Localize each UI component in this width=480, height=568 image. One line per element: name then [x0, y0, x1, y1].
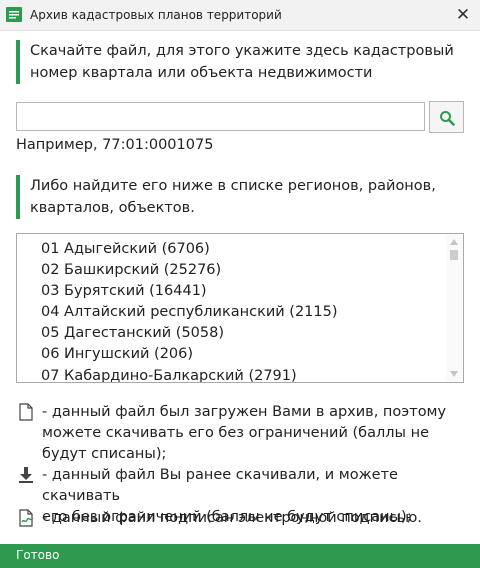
- close-icon: ✕: [455, 5, 471, 25]
- close-button[interactable]: ✕: [454, 5, 472, 25]
- region-list-item[interactable]: 06 Ингушский (206): [41, 346, 193, 362]
- list-scrollbar[interactable]: [446, 234, 463, 382]
- list-instruction-line: кварталов, объектов.: [30, 200, 195, 216]
- status-text: Готово: [16, 548, 60, 562]
- scroll-down-arrow-icon[interactable]: [450, 371, 458, 377]
- region-list-item[interactable]: 04 Алтайский республиканский (2115): [41, 304, 338, 320]
- legend-text-line: - данный файл Вы ранее скачивали, и може…: [42, 467, 398, 504]
- search-instruction-line: номер квартала или объекта недвижимости: [30, 65, 373, 81]
- region-list-item[interactable]: 03 Бурятский (16441): [41, 283, 207, 299]
- legend-text-line: будут списаны);: [42, 446, 167, 462]
- search-instruction: Скачайте файл, для этого укажите здесь к…: [16, 40, 460, 84]
- region-list-item[interactable]: 05 Дагестанский (5058): [41, 325, 224, 341]
- title-bar: Архив кадастровых планов территорий ✕: [0, 0, 480, 31]
- scroll-up-arrow-icon[interactable]: [450, 239, 458, 245]
- search-icon: [440, 111, 455, 126]
- region-list-item[interactable]: 07 Кабардино-Балкарский (2791): [41, 368, 297, 382]
- download-icon: [18, 466, 36, 486]
- list-instruction: Либо найдите его ниже в списке регионов,…: [16, 175, 460, 219]
- input-example-hint: Например, 77:01:0001075: [16, 137, 214, 153]
- search-button[interactable]: [429, 101, 464, 133]
- window-title: Архив кадастровых планов территорий: [30, 8, 282, 22]
- region-list-item[interactable]: 02 Башкирский (25276): [41, 262, 221, 278]
- status-bar: Готово: [0, 544, 480, 568]
- region-list[interactable]: 01 Адыгейский (6706) 02 Башкирский (2527…: [16, 233, 464, 383]
- region-list-item[interactable]: 01 Адыгейский (6706): [41, 241, 210, 257]
- list-instruction-line: Либо найдите его ниже в списке регионов,…: [30, 178, 436, 194]
- document-icon: [18, 403, 36, 423]
- legend-text-line: - данный файл был загружен Вами в архив,…: [42, 404, 447, 420]
- cadastral-number-input[interactable]: [16, 102, 425, 131]
- signed-document-icon: [18, 509, 36, 529]
- legend-text-line: - данный файл подписан электронной подпи…: [42, 510, 422, 526]
- scroll-thumb[interactable]: [450, 250, 458, 260]
- search-instruction-line: Скачайте файл, для этого укажите здесь к…: [30, 43, 454, 59]
- app-icon: [6, 7, 22, 22]
- legend-text-line: можете скачивать его без ограничений (ба…: [42, 425, 429, 441]
